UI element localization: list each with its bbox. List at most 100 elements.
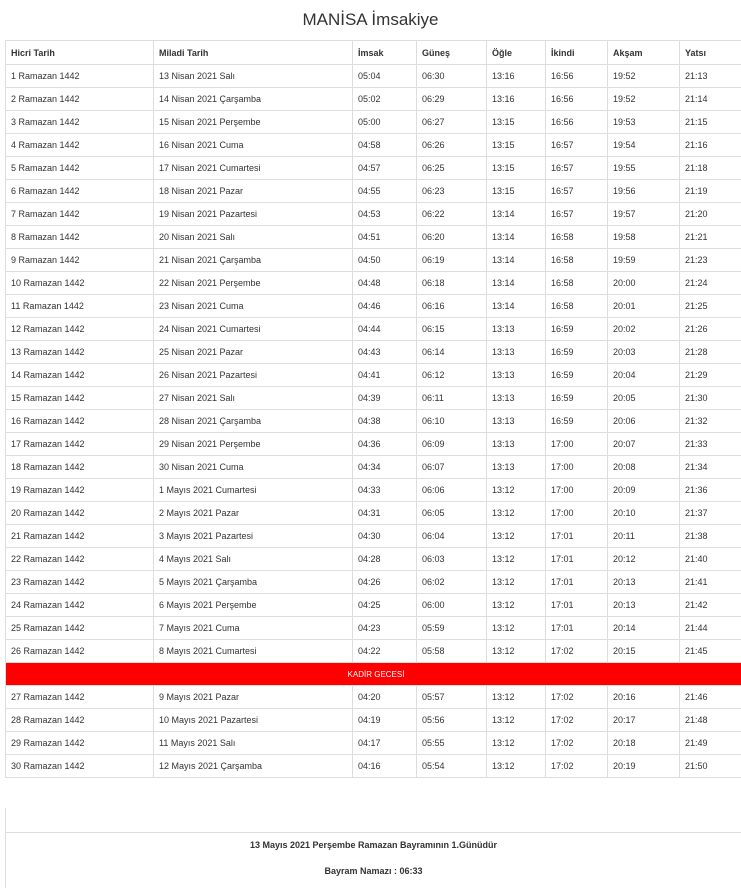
cell-miladi: 21 Nisan 2021 Çarşamba [153, 248, 353, 272]
cell-ikindi: 16:58 [545, 225, 608, 249]
cell-yatsi: 21:28 [679, 340, 741, 364]
cell-gunes: 06:29 [416, 87, 487, 111]
cell-ogle: 13:14 [486, 225, 546, 249]
cell-miladi: 5 Mayıs 2021 Çarşamba [153, 570, 353, 594]
cell-gunes: 06:12 [416, 363, 487, 387]
cell-ogle: 13:15 [486, 110, 546, 134]
cell-miladi: 13 Nisan 2021 Salı [153, 64, 353, 88]
cell-hicri: 12 Ramazan 1442 [5, 317, 154, 341]
cell-miladi: 4 Mayıs 2021 Salı [153, 547, 353, 571]
cell-imsak: 04:50 [352, 248, 417, 272]
cell-hicri: 26 Ramazan 1442 [5, 639, 154, 663]
cell-hicri: 16 Ramazan 1442 [5, 409, 154, 433]
cell-hicri: 21 Ramazan 1442 [5, 524, 154, 548]
cell-imsak: 04:31 [352, 501, 417, 525]
cell-ikindi: 17:02 [545, 754, 608, 778]
cell-imsak: 04:58 [352, 133, 417, 157]
cell-ogle: 13:14 [486, 271, 546, 295]
col-header-miladi: Miladi Tarih [153, 40, 353, 65]
cell-hicri: 9 Ramazan 1442 [5, 248, 154, 272]
cell-ikindi: 16:58 [545, 294, 608, 318]
cell-miladi: 12 Mayıs 2021 Çarşamba [153, 754, 353, 778]
cell-miladi: 7 Mayıs 2021 Cuma [153, 616, 353, 640]
cell-ogle: 13:12 [486, 685, 546, 709]
cell-gunes: 06:06 [416, 478, 487, 502]
cell-aksam: 20:02 [607, 317, 680, 341]
cell-gunes: 06:26 [416, 133, 487, 157]
col-header-imsak: İmsak [352, 40, 417, 65]
cell-aksam: 19:56 [607, 179, 680, 203]
cell-aksam: 19:53 [607, 110, 680, 134]
cell-gunes: 05:58 [416, 639, 487, 663]
cell-aksam: 20:18 [607, 731, 680, 755]
cell-gunes: 06:30 [416, 64, 487, 88]
cell-gunes: 06:00 [416, 593, 487, 617]
cell-imsak: 04:28 [352, 547, 417, 571]
cell-aksam: 20:10 [607, 501, 680, 525]
cell-ogle: 13:15 [486, 133, 546, 157]
table-row: 22 Ramazan 1442 4 Mayıs 2021 Salı 04:28 06:… [5, 547, 741, 571]
page-title: MANİSA İmsakiye [302, 10, 439, 29]
cell-imsak: 04:36 [352, 432, 417, 456]
cell-imsak: 04:30 [352, 524, 417, 548]
table-row: 23 Ramazan 1442 5 Mayıs 2021 Çarşamba 04:2… [5, 570, 741, 594]
cell-miladi: 9 Mayıs 2021 Pazar [153, 685, 353, 709]
cell-miladi: 20 Nisan 2021 Salı [153, 225, 353, 249]
cell-miladi: 2 Mayıs 2021 Pazar [153, 501, 353, 525]
cell-aksam: 19:54 [607, 133, 680, 157]
cell-ogle: 13:12 [486, 547, 546, 571]
imsakiye-table: Hicri Tarih Miladi Tarih İmsak Güneş Öğl… [5, 40, 741, 778]
cell-imsak: 04:53 [352, 202, 417, 226]
cell-ogle: 13:13 [486, 409, 546, 433]
cell-gunes: 05:55 [416, 731, 487, 755]
cell-yatsi: 21:14 [679, 87, 741, 111]
cell-miladi: 15 Nisan 2021 Perşembe [153, 110, 353, 134]
cell-hicri: 5 Ramazan 1442 [5, 156, 154, 180]
cell-ogle: 13:16 [486, 87, 546, 111]
cell-ogle: 13:13 [486, 386, 546, 410]
cell-hicri: 2 Ramazan 1442 [5, 87, 154, 111]
cell-hicri: 15 Ramazan 1442 [5, 386, 154, 410]
bayram-info: 13 Mayıs 2021 Perşembe Ramazan Bayramını… [5, 808, 741, 888]
cell-yatsi: 21:37 [679, 501, 741, 525]
cell-ogle: 13:15 [486, 179, 546, 203]
cell-ogle: 13:13 [486, 340, 546, 364]
cell-yatsi: 21:34 [679, 455, 741, 479]
cell-hicri: 19 Ramazan 1442 [5, 478, 154, 502]
kadir-gecesi-row: KADİR GECESİ [5, 662, 741, 686]
cell-imsak: 04:51 [352, 225, 417, 249]
cell-miladi: 14 Nisan 2021 Çarşamba [153, 87, 353, 111]
cell-gunes: 06:04 [416, 524, 487, 548]
table-row: 16 Ramazan 1442 28 Nisan 2021 Çarşamba 04:… [5, 409, 741, 433]
cell-ikindi: 17:01 [545, 593, 608, 617]
col-header-yatsi: Yatsı [679, 40, 741, 65]
cell-miladi: 25 Nisan 2021 Pazar [153, 340, 353, 364]
table-row: 26 Ramazan 1442 8 Mayıs 2021 Cumartesi 04:… [5, 639, 741, 663]
cell-ogle: 13:13 [486, 363, 546, 387]
cell-yatsi: 21:19 [679, 179, 741, 203]
cell-yatsi: 21:21 [679, 225, 741, 249]
cell-gunes: 06:05 [416, 501, 487, 525]
cell-miladi: 1 Mayıs 2021 Cumartesi [153, 478, 353, 502]
cell-yatsi: 21:48 [679, 708, 741, 732]
cell-miladi: 19 Nisan 2021 Pazartesi [153, 202, 353, 226]
cell-aksam: 20:13 [607, 593, 680, 617]
cell-gunes: 06:14 [416, 340, 487, 364]
cell-hicri: 14 Ramazan 1442 [5, 363, 154, 387]
cell-gunes: 05:59 [416, 616, 487, 640]
cell-ikindi: 17:01 [545, 570, 608, 594]
cell-miladi: 17 Nisan 2021 Cumartesi [153, 156, 353, 180]
cell-aksam: 19:59 [607, 248, 680, 272]
table-row: 4 Ramazan 1442 16 Nisan 2021 Cuma 04:58 06:… [5, 133, 741, 157]
cell-yatsi: 21:50 [679, 754, 741, 778]
table-row: 20 Ramazan 1442 2 Mayıs 2021 Pazar 04:31 06… [5, 501, 741, 525]
cell-ikindi: 17:00 [545, 501, 608, 525]
cell-ogle: 13:12 [486, 754, 546, 778]
cell-imsak: 04:22 [352, 639, 417, 663]
table-row: 5 Ramazan 1442 17 Nisan 2021 Cumartesi 04:… [5, 156, 741, 180]
cell-hicri: 29 Ramazan 1442 [5, 731, 154, 755]
cell-yatsi: 21:20 [679, 202, 741, 226]
cell-ogle: 13:13 [486, 432, 546, 456]
cell-ikindi: 17:02 [545, 708, 608, 732]
cell-aksam: 20:17 [607, 708, 680, 732]
